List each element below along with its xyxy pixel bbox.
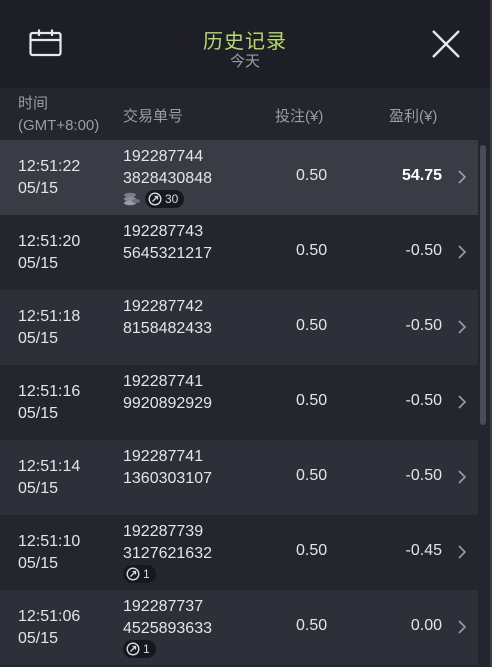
column-header: 时间 (GMT+8:00) 交易单号 投注(¥) 盈利(¥) xyxy=(0,88,490,140)
chevron-right-icon[interactable] xyxy=(457,244,467,260)
row-order-line1: 192287737 xyxy=(123,598,204,615)
row-date-value: 05/15 xyxy=(18,180,59,197)
row-order: 192287742 8158482433 xyxy=(123,296,212,340)
spin-icon xyxy=(126,642,140,656)
coins-icon xyxy=(124,192,140,206)
row-bet: 0.50 xyxy=(296,317,328,334)
row-order-line1: 192287743 xyxy=(123,223,204,240)
row-profit: 0.00 xyxy=(410,617,442,634)
table-row[interactable]: 12:51:20 05/15 192287743 5645321217 0.50 -0.5… xyxy=(0,215,478,290)
row-order: 192287737 4525893633 xyxy=(123,596,212,640)
chevron-right-icon[interactable] xyxy=(457,394,467,410)
table-row[interactable]: 12:51:14 05/15 192287741 1360303107 0.50 -0.5… xyxy=(0,440,478,515)
col-bet: 投注(¥) xyxy=(275,108,324,125)
date-filter-label[interactable]: 今天 xyxy=(0,50,490,71)
col-order: 交易单号 xyxy=(123,108,184,125)
row-time: 12:51:22 05/15 xyxy=(18,156,80,200)
col-time-label: 时间 xyxy=(18,95,49,112)
row-bet: 0.50 xyxy=(296,392,328,409)
row-order-line2: 3127621632 xyxy=(123,545,212,562)
row-time-value: 12:51:20 xyxy=(18,233,81,250)
chevron-right-icon[interactable] xyxy=(457,169,467,185)
row-time-value: 12:51:06 xyxy=(18,608,81,625)
row-time: 12:51:06 05/15 xyxy=(18,606,80,650)
row-time: 12:51:16 05/15 xyxy=(18,381,80,425)
row-bet: 0.50 xyxy=(296,617,328,634)
row-order-line1: 192287741 xyxy=(123,373,204,390)
row-profit: -0.50 xyxy=(405,467,442,484)
row-order-line2: 4525893633 xyxy=(123,620,212,637)
row-bet: 0.50 xyxy=(296,467,328,484)
row-date-value: 05/15 xyxy=(18,405,59,422)
row-time: 12:51:20 05/15 xyxy=(18,231,80,275)
row-badges: 1 xyxy=(123,640,156,658)
spin-icon xyxy=(126,567,140,581)
row-date-value: 05/15 xyxy=(18,555,59,572)
row-time-value: 12:51:16 xyxy=(18,383,81,400)
spin-count: 30 xyxy=(165,192,179,206)
row-time-value: 12:51:10 xyxy=(18,533,81,550)
row-order: 192287744 3828430848 xyxy=(123,146,212,190)
row-order-line1: 192287744 xyxy=(123,148,204,165)
row-profit: -0.50 xyxy=(405,242,442,259)
row-date-value: 05/15 xyxy=(18,630,59,647)
row-bet: 0.50 xyxy=(296,542,328,559)
row-order-line2: 9920892929 xyxy=(123,395,212,412)
row-order-line2: 1360303107 xyxy=(123,470,212,487)
table-row[interactable]: 12:51:18 05/15 192287742 8158482433 0.50 -0.5… xyxy=(0,290,478,365)
row-date-value: 05/15 xyxy=(18,480,59,497)
row-badges: 1 xyxy=(123,565,156,583)
table-row[interactable]: 12:51:10 05/15 192287739 3127621632 1 0.50 -0.… xyxy=(0,515,478,590)
row-order: 192287741 9920892929 xyxy=(123,371,212,415)
row-time: 12:51:14 05/15 xyxy=(18,456,80,500)
row-badges: 30 xyxy=(123,190,185,208)
chevron-right-icon[interactable] xyxy=(457,469,467,485)
row-bet: 0.50 xyxy=(296,242,328,259)
table-row[interactable]: 12:51:22 05/15 192287744 3828430848 30 0.50 54… xyxy=(0,140,478,215)
scrollbar[interactable] xyxy=(480,145,486,425)
history-panel: 历史记录 今天 时间 (GMT+8:00) 交易单号 投注(¥) 盈利(¥) 1… xyxy=(0,0,492,667)
spin-count-badge: 1 xyxy=(123,565,156,583)
spin-icon xyxy=(148,192,162,206)
row-order: 192287743 5645321217 xyxy=(123,221,212,265)
row-time-value: 12:51:14 xyxy=(18,458,81,475)
close-icon[interactable] xyxy=(430,28,462,60)
row-time-value: 12:51:22 xyxy=(18,158,81,175)
row-order-line2: 5645321217 xyxy=(123,245,212,262)
spin-count: 1 xyxy=(143,642,150,656)
row-order-line2: 3828430848 xyxy=(123,170,212,187)
row-order-line2: 8158482433 xyxy=(123,320,212,337)
row-time: 12:51:18 05/15 xyxy=(18,306,80,350)
row-bet: 0.50 xyxy=(296,167,328,184)
row-profit: -0.45 xyxy=(405,542,442,559)
row-order: 192287741 1360303107 xyxy=(123,446,212,490)
chevron-right-icon[interactable] xyxy=(457,319,467,335)
spin-count-badge: 30 xyxy=(145,190,185,208)
row-time: 12:51:10 05/15 xyxy=(18,531,80,575)
spin-count: 1 xyxy=(143,567,150,581)
row-date-value: 05/15 xyxy=(18,330,59,347)
row-profit: -0.50 xyxy=(405,392,442,409)
col-time-zone: (GMT+8:00) xyxy=(18,117,100,134)
chevron-right-icon[interactable] xyxy=(457,619,467,635)
row-order-line1: 192287739 xyxy=(123,523,204,540)
header: 历史记录 今天 xyxy=(0,0,490,88)
row-profit: 54.75 xyxy=(401,167,442,184)
row-time-value: 12:51:18 xyxy=(18,308,81,325)
row-order: 192287739 3127621632 xyxy=(123,521,212,565)
col-time: 时间 (GMT+8:00) xyxy=(18,93,99,137)
row-profit: -0.50 xyxy=(405,317,442,334)
history-list: 12:51:22 05/15 192287744 3828430848 30 0.50 54… xyxy=(0,140,478,665)
table-row[interactable]: 12:51:06 05/15 192287737 4525893633 1 0.50 0.0… xyxy=(0,590,478,665)
table-row[interactable]: 12:51:16 05/15 192287741 9920892929 0.50 -0.5… xyxy=(0,365,478,440)
row-order-line1: 192287741 xyxy=(123,448,204,465)
col-profit: 盈利(¥) xyxy=(389,108,438,125)
row-order-line1: 192287742 xyxy=(123,298,204,315)
row-date-value: 05/15 xyxy=(18,255,59,272)
chevron-right-icon[interactable] xyxy=(457,544,467,560)
spin-count-badge: 1 xyxy=(123,640,156,658)
